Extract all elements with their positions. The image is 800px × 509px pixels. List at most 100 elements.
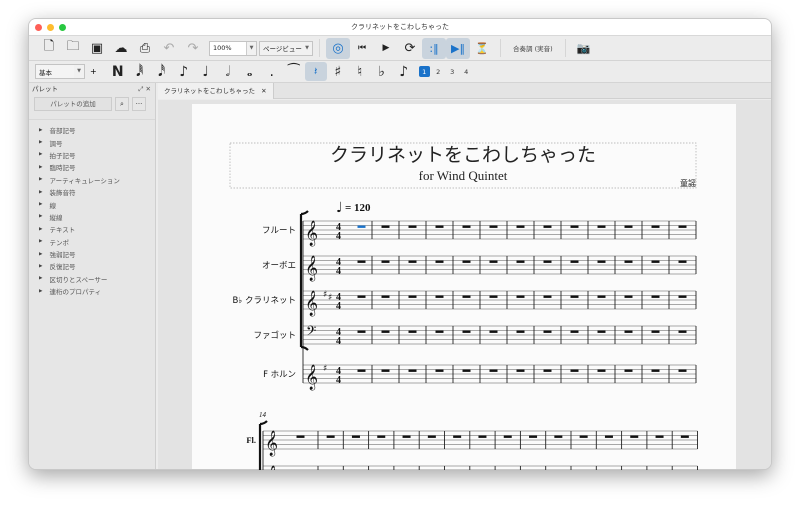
whole-rest[interactable] bbox=[462, 225, 471, 228]
whole-rest[interactable] bbox=[408, 260, 417, 263]
score-composer[interactable]: 童謡 bbox=[680, 178, 696, 188]
whole-rest[interactable] bbox=[377, 435, 386, 438]
score-canvas[interactable]: クラリネットをこわしちゃった for Wind Quintet 童謡 ♩ = 1… bbox=[0, 0, 800, 470]
whole-rest[interactable] bbox=[651, 295, 660, 298]
measure-number: 14 bbox=[259, 411, 267, 419]
whole-rest[interactable] bbox=[570, 330, 579, 333]
whole-rest[interactable] bbox=[427, 435, 436, 438]
whole-rest[interactable] bbox=[357, 295, 366, 298]
whole-rest[interactable] bbox=[381, 369, 390, 372]
whole-rest[interactable] bbox=[570, 369, 579, 372]
whole-rest[interactable] bbox=[678, 295, 687, 298]
whole-rest[interactable] bbox=[296, 435, 305, 438]
treble-clef-icon: 𝄞 bbox=[265, 465, 278, 470]
whole-rest[interactable] bbox=[462, 260, 471, 263]
time-signature: 4 bbox=[336, 266, 341, 277]
key-signature-sharp-icon: ♯ bbox=[323, 290, 327, 300]
tempo-marking[interactable]: = 120 bbox=[345, 202, 371, 214]
key-signature-sharp-icon: ♯ bbox=[328, 293, 332, 303]
whole-rest[interactable] bbox=[543, 330, 552, 333]
whole-rest[interactable] bbox=[462, 330, 471, 333]
whole-rest[interactable] bbox=[655, 435, 664, 438]
whole-rest[interactable] bbox=[408, 369, 417, 372]
whole-rest[interactable] bbox=[597, 369, 606, 372]
whole-rest[interactable] bbox=[402, 435, 411, 438]
whole-rest[interactable] bbox=[570, 260, 579, 263]
whole-rest[interactable] bbox=[408, 295, 417, 298]
whole-rest[interactable] bbox=[543, 295, 552, 298]
whole-rest[interactable] bbox=[543, 260, 552, 263]
whole-rest[interactable] bbox=[543, 369, 552, 372]
whole-rest[interactable] bbox=[554, 435, 563, 438]
instrument-name: F ホルン bbox=[263, 370, 296, 380]
whole-rest[interactable] bbox=[381, 225, 390, 228]
whole-rest[interactable] bbox=[489, 295, 498, 298]
whole-rest[interactable] bbox=[453, 435, 462, 438]
whole-rest[interactable] bbox=[624, 295, 633, 298]
whole-rest[interactable] bbox=[503, 435, 512, 438]
whole-rest[interactable] bbox=[678, 260, 687, 263]
whole-rest[interactable] bbox=[529, 435, 538, 438]
whole-rest[interactable] bbox=[597, 295, 606, 298]
whole-rest[interactable] bbox=[478, 435, 487, 438]
whole-rest[interactable] bbox=[651, 330, 660, 333]
whole-rest[interactable] bbox=[678, 369, 687, 372]
whole-rest[interactable] bbox=[678, 330, 687, 333]
whole-rest[interactable] bbox=[651, 260, 660, 263]
whole-rest[interactable] bbox=[489, 260, 498, 263]
whole-rest[interactable] bbox=[604, 435, 613, 438]
score-title[interactable]: クラリネットをこわしちゃった bbox=[330, 144, 596, 166]
instrument-name: Fl. bbox=[246, 435, 256, 445]
whole-rest[interactable] bbox=[579, 435, 588, 438]
whole-rest[interactable] bbox=[435, 295, 444, 298]
whole-rest[interactable] bbox=[680, 435, 689, 438]
whole-rest[interactable] bbox=[570, 225, 579, 228]
whole-rest[interactable] bbox=[435, 369, 444, 372]
whole-rest[interactable] bbox=[408, 330, 417, 333]
whole-rest[interactable] bbox=[357, 369, 366, 372]
whole-rest[interactable] bbox=[516, 330, 525, 333]
treble-clef-icon: 𝄞 bbox=[305, 220, 318, 246]
whole-rest[interactable] bbox=[624, 225, 633, 228]
whole-rest[interactable] bbox=[462, 295, 471, 298]
whole-rest[interactable] bbox=[597, 225, 606, 228]
whole-rest[interactable] bbox=[357, 260, 366, 263]
whole-rest[interactable] bbox=[435, 260, 444, 263]
score-subtitle[interactable]: for Wind Quintet bbox=[419, 168, 508, 183]
whole-rest[interactable] bbox=[381, 330, 390, 333]
instrument-name: B♭ クラリネット bbox=[232, 296, 296, 306]
whole-rest[interactable] bbox=[435, 330, 444, 333]
instrument-name: フルート bbox=[262, 226, 296, 236]
whole-rest[interactable] bbox=[357, 225, 366, 228]
whole-rest[interactable] bbox=[651, 225, 660, 228]
whole-rest[interactable] bbox=[651, 369, 660, 372]
time-signature: 4 bbox=[336, 375, 341, 386]
treble-clef-icon: 𝄞 bbox=[265, 430, 278, 456]
whole-rest[interactable] bbox=[516, 225, 525, 228]
whole-rest[interactable] bbox=[462, 369, 471, 372]
time-signature: 4 bbox=[336, 336, 341, 347]
whole-rest[interactable] bbox=[624, 330, 633, 333]
whole-rest[interactable] bbox=[489, 225, 498, 228]
whole-rest[interactable] bbox=[381, 260, 390, 263]
whole-rest[interactable] bbox=[516, 369, 525, 372]
whole-rest[interactable] bbox=[489, 369, 498, 372]
whole-rest[interactable] bbox=[543, 225, 552, 228]
whole-rest[interactable] bbox=[489, 330, 498, 333]
whole-rest[interactable] bbox=[381, 295, 390, 298]
whole-rest[interactable] bbox=[516, 260, 525, 263]
whole-rest[interactable] bbox=[678, 225, 687, 228]
whole-rest[interactable] bbox=[408, 225, 417, 228]
whole-rest[interactable] bbox=[624, 260, 633, 263]
whole-rest[interactable] bbox=[435, 225, 444, 228]
whole-rest[interactable] bbox=[624, 369, 633, 372]
whole-rest[interactable] bbox=[630, 435, 639, 438]
whole-rest[interactable] bbox=[351, 435, 360, 438]
whole-rest[interactable] bbox=[516, 295, 525, 298]
time-signature: 4 bbox=[336, 231, 341, 242]
whole-rest[interactable] bbox=[597, 260, 606, 263]
whole-rest[interactable] bbox=[597, 330, 606, 333]
whole-rest[interactable] bbox=[357, 330, 366, 333]
whole-rest[interactable] bbox=[326, 435, 335, 438]
whole-rest[interactable] bbox=[570, 295, 579, 298]
